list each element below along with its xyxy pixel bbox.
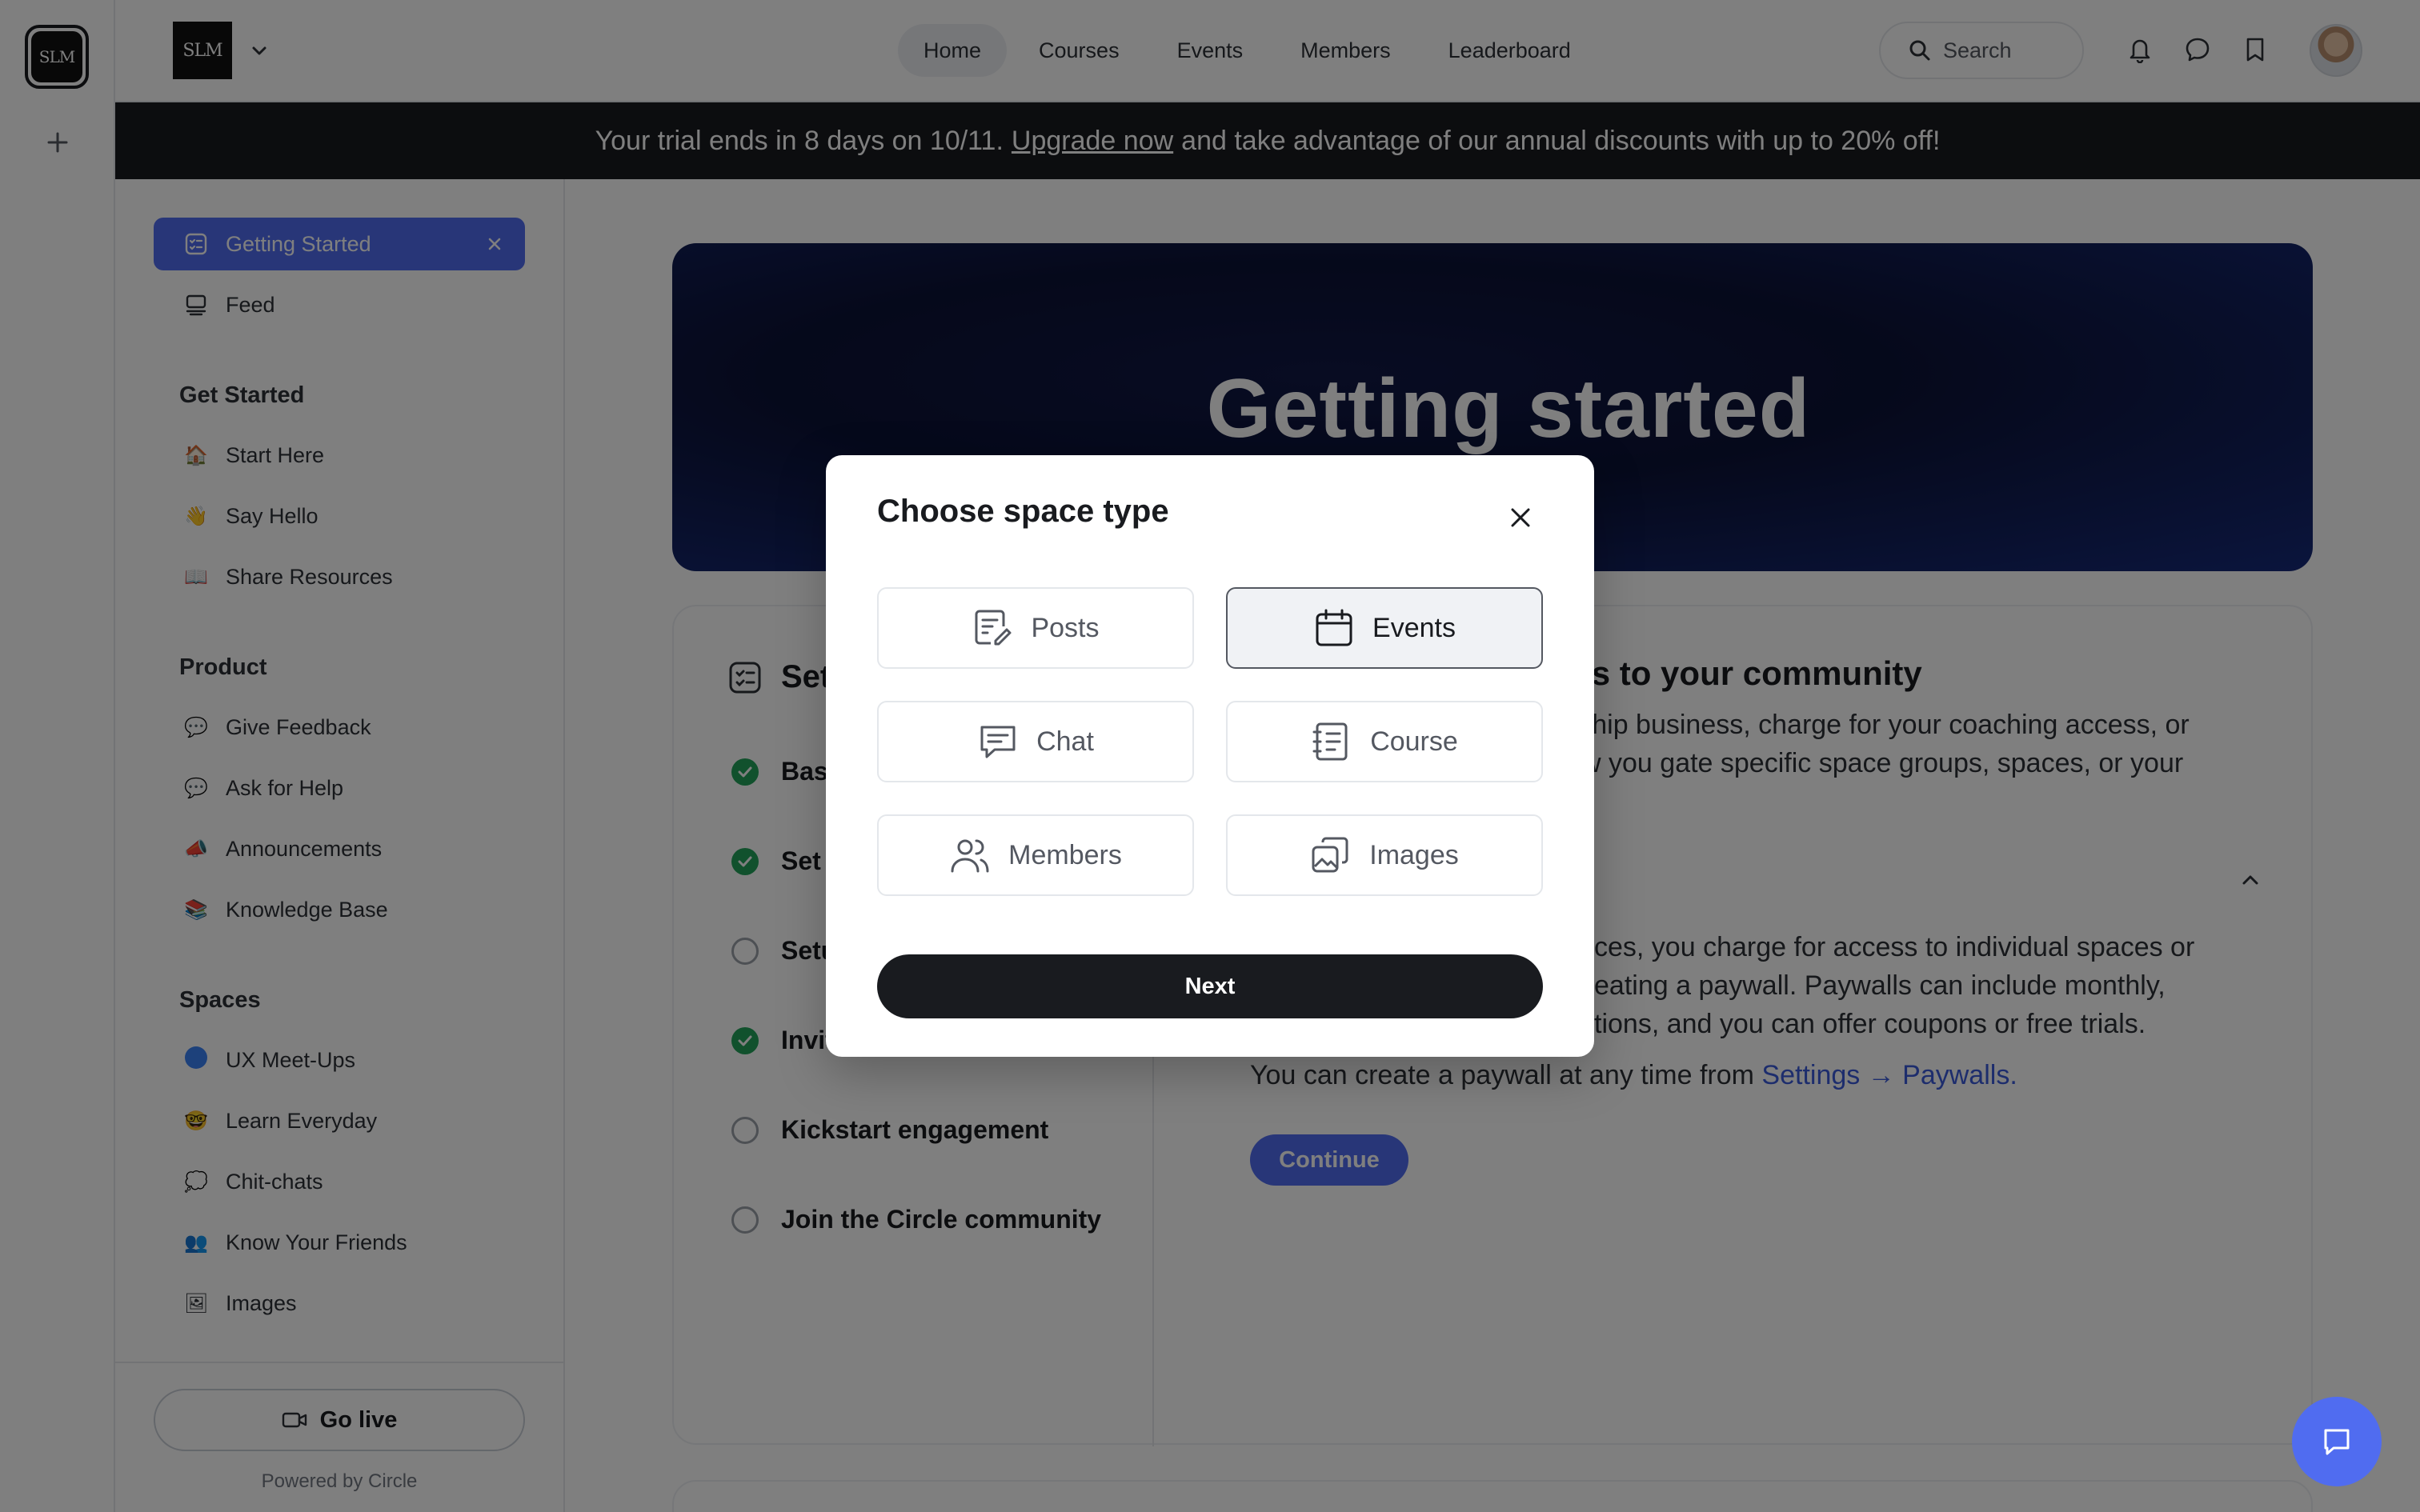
- modal-title: Choose space type: [877, 494, 1169, 529]
- images-icon: [1312, 837, 1348, 873]
- space-type-chat[interactable]: Chat: [877, 701, 1194, 782]
- chat-icon: [980, 726, 1016, 758]
- close-icon[interactable]: [1501, 498, 1540, 537]
- members-icon: [951, 839, 989, 873]
- space-type-label: Events: [1372, 612, 1456, 643]
- space-type-label: Course: [1370, 726, 1458, 757]
- space-type-label: Posts: [1031, 612, 1100, 643]
- course-icon: [1312, 722, 1348, 761]
- support-chat-button[interactable]: [2292, 1397, 2382, 1486]
- space-type-label: Members: [1008, 839, 1122, 870]
- space-type-label: Images: [1369, 839, 1459, 870]
- next-button[interactable]: Next: [877, 954, 1543, 1018]
- space-type-events[interactable]: Events: [1226, 587, 1543, 669]
- chat-icon: [2324, 1429, 2350, 1455]
- space-type-members[interactable]: Members: [877, 814, 1194, 896]
- calendar-icon: [1316, 609, 1352, 646]
- space-type-course[interactable]: Course: [1226, 701, 1543, 782]
- posts-icon: [975, 610, 1012, 646]
- space-type-posts[interactable]: Posts: [877, 587, 1194, 669]
- space-type-images[interactable]: Images: [1226, 814, 1543, 896]
- space-type-label: Chat: [1036, 726, 1094, 757]
- choose-space-type-modal: Choose space type Posts Events Chat Cour…: [826, 455, 1594, 1057]
